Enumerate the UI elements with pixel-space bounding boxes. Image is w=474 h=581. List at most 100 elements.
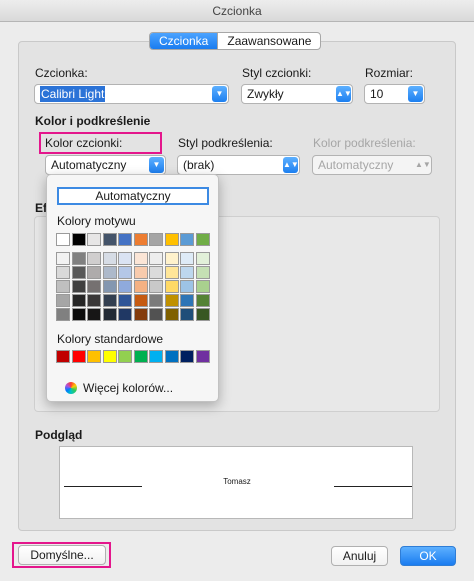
theme-shade-swatch[interactable] (164, 266, 179, 279)
standard-color-swatch[interactable] (149, 350, 163, 363)
theme-shade-swatch[interactable] (56, 266, 70, 279)
theme-shade-swatch[interactable] (102, 294, 117, 307)
theme-shade-swatch[interactable] (118, 252, 132, 265)
standard-color-swatch[interactable] (87, 350, 101, 363)
ok-button[interactable]: OK (400, 546, 456, 566)
standard-color-swatch[interactable] (180, 350, 194, 363)
standard-color-swatch[interactable] (164, 350, 179, 363)
standard-color-swatch[interactable] (71, 350, 86, 363)
theme-shade-swatch[interactable] (71, 294, 86, 307)
default-button[interactable]: Domyślne... (18, 545, 106, 565)
theme-shade-swatch[interactable] (102, 280, 117, 293)
underline-style-value: (brak) (183, 158, 215, 172)
preview-title: Podgląd (35, 428, 83, 442)
theme-shade-swatch[interactable] (71, 308, 86, 321)
theme-color-swatch[interactable] (195, 233, 210, 246)
theme-shade-swatch[interactable] (180, 280, 194, 293)
theme-shade-swatch[interactable] (195, 280, 210, 293)
theme-shade-swatch[interactable] (180, 308, 194, 321)
theme-color-swatch[interactable] (56, 233, 70, 246)
theme-shade-swatch[interactable] (133, 280, 148, 293)
chevron-down-icon: ▼ (408, 86, 423, 102)
standard-color-swatch[interactable] (118, 350, 132, 363)
theme-shade-swatch[interactable] (195, 294, 210, 307)
theme-colors-label: Kolory motywu (57, 214, 136, 228)
size-label: Rozmiar: (365, 66, 414, 80)
cancel-button[interactable]: Anuluj (331, 546, 388, 566)
theme-shade-swatch[interactable] (56, 294, 70, 307)
font-style-select[interactable]: Zwykły ▲▼ (241, 84, 353, 104)
window-title: Czcionka (0, 0, 474, 22)
standard-color-swatch[interactable] (195, 350, 210, 363)
theme-shade-swatch[interactable] (133, 266, 148, 279)
theme-shade-swatch[interactable] (118, 280, 132, 293)
theme-shade-swatch[interactable] (56, 280, 70, 293)
theme-shade-swatch[interactable] (71, 280, 86, 293)
theme-color-swatch[interactable] (118, 233, 132, 246)
theme-shade-swatch[interactable] (195, 308, 210, 321)
standard-color-swatch[interactable] (102, 350, 117, 363)
more-colors-item[interactable]: Więcej kolorów... (65, 381, 173, 395)
theme-shade-swatch[interactable] (149, 294, 163, 307)
tab-advanced[interactable]: Zaawansowane (217, 33, 320, 49)
automatic-color-button[interactable]: Automatyczny (57, 187, 209, 205)
underline-color-label: Kolor podkreślenia: (313, 136, 416, 150)
font-color-select[interactable]: Automatyczny ▼ (45, 155, 166, 175)
font-color-value: Automatyczny (51, 158, 127, 172)
theme-shade-swatch[interactable] (180, 294, 194, 307)
theme-shade-swatch[interactable] (102, 308, 117, 321)
theme-shade-swatch[interactable] (118, 266, 132, 279)
theme-color-swatch[interactable] (102, 233, 117, 246)
theme-shade-swatch[interactable] (56, 252, 70, 265)
font-label: Czcionka: (35, 66, 88, 80)
theme-shade-swatch[interactable] (133, 308, 148, 321)
theme-shade-swatch[interactable] (164, 308, 179, 321)
underline-color-select: Automatyczny ▲▼ (312, 155, 432, 175)
font-color-label: Kolor czcionki: (45, 136, 123, 150)
theme-shade-swatch[interactable] (164, 280, 179, 293)
size-select[interactable]: 10 ▼ (364, 84, 425, 104)
underline-style-select[interactable]: (brak) ▲▼ (177, 155, 300, 175)
chevron-down-icon: ▼ (212, 86, 227, 102)
theme-shade-swatch[interactable] (71, 252, 86, 265)
theme-shade-swatch[interactable] (180, 252, 194, 265)
standard-color-swatch[interactable] (56, 350, 70, 363)
theme-shade-swatch[interactable] (102, 252, 117, 265)
theme-color-swatch[interactable] (71, 233, 86, 246)
theme-shade-swatch[interactable] (71, 266, 86, 279)
theme-shade-swatch[interactable] (56, 308, 70, 321)
theme-color-swatch[interactable] (180, 233, 194, 246)
theme-color-swatch[interactable] (87, 233, 101, 246)
color-popup: Automatyczny Kolory motywu Kolory standa… (46, 174, 219, 402)
theme-shade-swatch[interactable] (195, 252, 210, 265)
theme-color-swatch[interactable] (149, 233, 163, 246)
theme-shade-swatch[interactable] (180, 266, 194, 279)
font-select-value: Calibri Light (40, 86, 106, 102)
theme-shade-swatch[interactable] (87, 280, 101, 293)
preview-baseline-left (64, 486, 142, 487)
size-value: 10 (370, 87, 384, 101)
theme-shade-swatch[interactable] (87, 294, 101, 307)
theme-shade-swatch[interactable] (87, 266, 101, 279)
theme-shade-swatch[interactable] (87, 252, 101, 265)
font-select[interactable]: Calibri Light ▼ (34, 84, 229, 104)
theme-shade-swatch[interactable] (102, 266, 117, 279)
theme-shade-swatch[interactable] (149, 266, 163, 279)
theme-shade-swatch[interactable] (164, 294, 179, 307)
theme-shade-swatch[interactable] (149, 308, 163, 321)
color-underline-title: Kolor i podkreślenie (35, 114, 151, 128)
standard-color-swatch[interactable] (133, 350, 148, 363)
theme-color-swatch[interactable] (164, 233, 179, 246)
theme-shade-swatch[interactable] (149, 252, 163, 265)
theme-shade-swatch[interactable] (133, 294, 148, 307)
theme-shade-swatch[interactable] (149, 280, 163, 293)
theme-shade-swatch[interactable] (133, 252, 148, 265)
theme-shade-swatch[interactable] (87, 308, 101, 321)
tab-font[interactable]: Czcionka (150, 33, 218, 49)
theme-shade-swatch[interactable] (118, 294, 132, 307)
theme-shade-swatch[interactable] (195, 266, 210, 279)
theme-color-swatch[interactable] (133, 233, 148, 246)
theme-shade-swatch[interactable] (164, 252, 179, 265)
theme-shade-swatch[interactable] (118, 308, 132, 321)
chevron-updown-icon: ▲▼ (415, 160, 431, 169)
